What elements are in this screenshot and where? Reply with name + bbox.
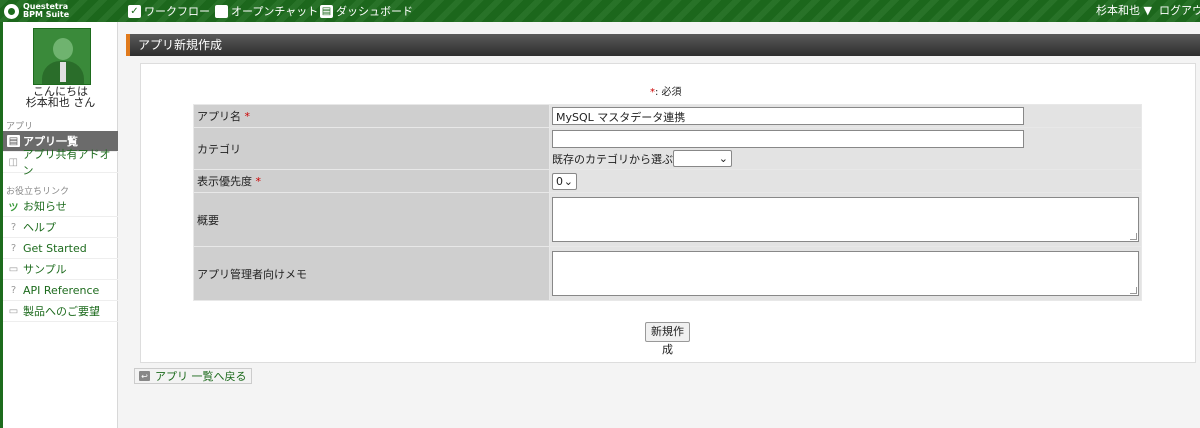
admin-memo-textarea[interactable] xyxy=(552,251,1139,296)
nav-dashboard-label: ダッシュボード xyxy=(336,5,413,18)
back-to-app-list-button[interactable]: ↩ アプリ 一覧へ戻る xyxy=(134,368,252,384)
questetra-logo[interactable]: Questetra BPM Suite xyxy=(4,2,69,20)
priority-select[interactable]: 0 ⌄ xyxy=(552,172,577,190)
chevron-down-icon: ⌄ xyxy=(718,152,728,165)
nav-open-chat[interactable]: オープンチャット xyxy=(215,0,318,22)
sidebar-item-sample[interactable]: ▭ サンプル xyxy=(3,259,118,280)
sidebar-item-label: API Reference xyxy=(23,283,100,297)
avatar[interactable] xyxy=(33,28,91,85)
sidebar-item-label: 製品へのご要望 xyxy=(23,305,100,318)
required-star: * xyxy=(244,110,251,123)
question-icon: ? xyxy=(10,221,17,233)
nav-dashboard[interactable]: ▤ ダッシュボード xyxy=(320,0,413,22)
sidebar-item-label: アプリ共有アドオン xyxy=(22,148,111,177)
priority-label: 表示優先度 xyxy=(197,175,252,188)
question-icon: ? xyxy=(10,284,17,296)
nav-workflow-label: ワークフロー xyxy=(144,5,210,18)
chevron-down-icon: ⌄ xyxy=(563,174,573,188)
speech-bubble-icon xyxy=(215,4,228,18)
summary-textarea[interactable] xyxy=(552,197,1139,242)
logout-link[interactable]: ログアウト xyxy=(1159,0,1200,22)
required-note: *: 必須 xyxy=(650,83,682,98)
app-name-input[interactable]: MySQL マスタデータ連携 xyxy=(552,107,1024,125)
question-icon: ? xyxy=(10,242,17,254)
sidebar: こんにちは 杉本和也 さん アプリ ▤ アプリ一覧 ◫ アプリ共有アドオン お役… xyxy=(3,22,118,428)
sidebar-item-get-started[interactable]: ? Get Started xyxy=(3,238,118,259)
sidebar-item-label: Get Started xyxy=(23,241,87,255)
news-icon: ツ xyxy=(8,202,19,214)
app-name-label: アプリ名 xyxy=(197,110,241,123)
user-menu[interactable]: 杉本和也 ▼ xyxy=(1096,0,1152,22)
nav-open-chat-label: オープンチャット xyxy=(231,5,319,18)
sidebar-item-help[interactable]: ? ヘルプ xyxy=(3,217,118,238)
sidebar-item-label: サンプル xyxy=(23,263,67,276)
form-row-summary: 概要 xyxy=(193,192,1142,247)
category-choose-label: 既存のカテゴリから選ぶ xyxy=(552,152,673,166)
app-form-table: アプリ名 * MySQL マスタデータ連携 カテゴリ 既存のカテゴリから選ぶ ⌄… xyxy=(193,104,1142,301)
addon-icon: ◫ xyxy=(8,156,18,168)
nav-workflow[interactable]: ✓ ワークフロー xyxy=(128,0,210,22)
greeting-line2: 杉本和也 さん xyxy=(25,96,96,109)
priority-select-value: 0 xyxy=(556,174,563,188)
form-row-app-name: アプリ名 * MySQL マスタデータ連携 xyxy=(193,104,1142,128)
required-star: * xyxy=(255,175,262,188)
admin-memo-label: アプリ管理者向けメモ xyxy=(193,246,550,301)
back-button-label: アプリ 一覧へ戻る xyxy=(155,370,247,383)
sidebar-item-feedback[interactable]: ▭ 製品へのご要望 xyxy=(3,301,118,322)
form-row-priority: 表示優先度 * 0 ⌄ xyxy=(193,169,1142,193)
sidebar-item-label: お知らせ xyxy=(23,200,67,213)
sidebar-item-api-reference[interactable]: ? API Reference xyxy=(3,280,118,301)
required-note-text: : 必須 xyxy=(655,87,682,98)
greeting: こんにちは 杉本和也 さん xyxy=(3,86,118,108)
create-button[interactable]: 新規作成 xyxy=(645,322,690,356)
sidebar-item-app-addon[interactable]: ◫ アプリ共有アドオン xyxy=(3,148,118,177)
top-bar: Questetra BPM Suite ✓ ワークフロー オープンチャット ▤ … xyxy=(0,0,1200,22)
form-row-admin-memo: アプリ管理者向けメモ xyxy=(193,246,1142,301)
category-select[interactable]: ⌄ xyxy=(673,150,732,167)
sample-icon: ▭ xyxy=(8,263,19,275)
app-list-icon: ▤ xyxy=(7,135,20,147)
back-arrow-icon: ↩ xyxy=(139,371,150,381)
form-row-category: カテゴリ 既存のカテゴリから選ぶ ⌄ xyxy=(193,127,1142,170)
logo-line2: BPM Suite xyxy=(23,10,70,19)
checkbox-icon: ✓ xyxy=(128,4,141,18)
summary-label: 概要 xyxy=(193,192,550,247)
category-input[interactable] xyxy=(552,130,1024,148)
category-label: カテゴリ xyxy=(193,127,550,170)
comment-icon: ▭ xyxy=(8,305,19,317)
sidebar-item-news[interactable]: ツ お知らせ xyxy=(3,196,118,217)
questetra-logo-icon xyxy=(4,3,19,19)
page-title: アプリ新規作成 xyxy=(126,34,1200,56)
dashboard-icon: ▤ xyxy=(320,4,333,18)
sidebar-item-label: ヘルプ xyxy=(23,221,56,234)
